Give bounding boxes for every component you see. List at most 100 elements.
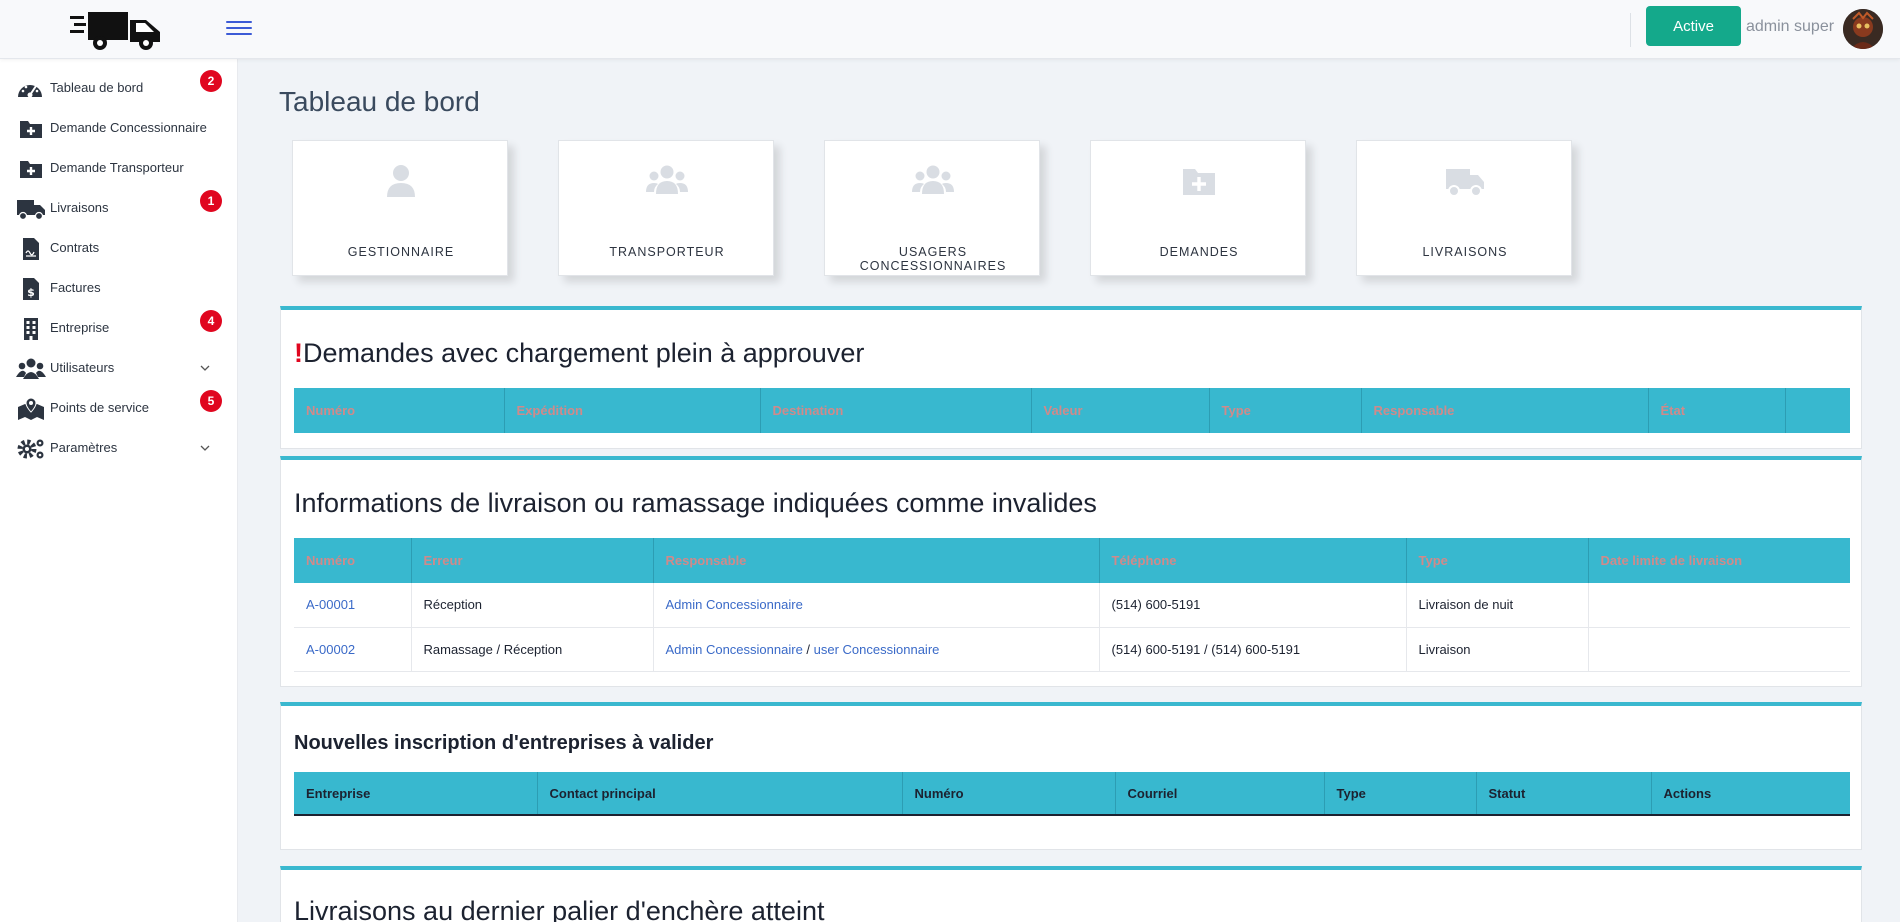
column-header[interactable]: Erreur [411, 538, 654, 583]
sidebar: Tableau de bord 2 Demande Concessionnair… [0, 59, 238, 922]
sidebar-item-label: Entreprise [50, 320, 110, 335]
column-header[interactable]: Responsable [1361, 388, 1649, 433]
folder-plus-icon [16, 117, 46, 141]
sidebar-item-points-de-service[interactable]: Points de service 5 [0, 389, 238, 429]
sidebar-item-label: Livraisons [50, 200, 109, 215]
panel-title: Nouvelles inscription d'entreprises à va… [294, 732, 714, 754]
cell-type: Livraison de nuit [1406, 583, 1589, 628]
column-header[interactable]: Expédition [504, 388, 761, 433]
sidebar-item-utilisateurs[interactable]: Utilisateurs [0, 349, 238, 389]
sidebar-item-factures[interactable]: $ Factures [0, 269, 238, 309]
sidebar-item-demande-concessionnaire[interactable]: Demande Concessionnaire [0, 109, 238, 149]
cell-responsable: Admin Concessionnaire / user Concessionn… [653, 627, 1100, 672]
card-livraisons[interactable]: LIVRAISONS [1356, 140, 1572, 276]
truck-logo-icon[interactable] [70, 6, 166, 52]
users-icon [16, 357, 46, 381]
column-header[interactable]: Entreprise [294, 772, 538, 815]
column-header [1785, 388, 1850, 433]
cell-numero: A-00001 [294, 583, 412, 628]
registrations-table: Entreprise Contact principal Numéro Cour… [294, 772, 1850, 816]
column-header[interactable]: Numéro [294, 388, 505, 433]
card-label: LIVRAISONS [1422, 245, 1508, 259]
column-header[interactable]: Type [1209, 388, 1362, 433]
column-header[interactable]: Valeur [1031, 388, 1210, 433]
sidebar-item-contrats[interactable]: Contrats [0, 229, 238, 269]
request-number-link[interactable]: A-00001 [306, 597, 355, 612]
column-header[interactable]: Type [1324, 772, 1477, 815]
panel-title-text: Demandes avec chargement plein à approuv… [303, 338, 865, 368]
column-header[interactable]: Courriel [1115, 772, 1325, 815]
card-usagers-concessionnaires[interactable]: USAGERS CONCESSIONNAIRES [824, 140, 1040, 276]
responsable-link[interactable]: user Concessionnaire [814, 642, 940, 657]
divider [1630, 13, 1631, 47]
responsable-link[interactable]: Admin Concessionnaire [666, 642, 803, 657]
sidebar-item-parametres[interactable]: Paramètres [0, 429, 238, 469]
card-gestionnaire[interactable]: GESTIONNAIRE [292, 140, 508, 276]
column-header[interactable]: Statut [1476, 772, 1652, 815]
request-number-link[interactable]: A-00002 [306, 642, 355, 657]
separator: / [802, 641, 814, 657]
responsable-link[interactable]: Admin Concessionnaire [666, 597, 803, 612]
card-demandes[interactable]: DEMANDES [1090, 140, 1306, 276]
user-icon [293, 161, 509, 201]
notification-badge: 2 [200, 70, 222, 92]
column-header[interactable]: Type [1406, 538, 1589, 583]
cell-telephone: (514) 600-5191 [1099, 583, 1407, 628]
sidebar-item-label: Demande Transporteur [50, 160, 184, 175]
truck-icon [1357, 161, 1573, 201]
status-active-button[interactable]: Active [1646, 6, 1741, 46]
notification-badge: 5 [200, 390, 222, 412]
sidebar-item-label: Demande Concessionnaire [50, 120, 207, 135]
column-header[interactable]: Contact principal [537, 772, 903, 815]
notification-badge: 4 [200, 310, 222, 332]
card-label: TRANSPORTEUR [609, 245, 725, 259]
alert-mark: ! [294, 338, 303, 368]
panel-company-registrations: Nouvelles inscription d'entreprises à va… [280, 702, 1862, 850]
column-header: Actions [1651, 772, 1850, 815]
column-header[interactable]: Date limite de livraison [1588, 538, 1850, 583]
chevron-down-icon[interactable] [198, 441, 212, 455]
cell-type: Livraison [1406, 627, 1589, 672]
cell-numero: A-00002 [294, 627, 412, 672]
cell-date-limite [1588, 627, 1850, 672]
table-row: A-00001 Réception Admin Concessionnaire … [294, 583, 1850, 628]
sidebar-item-label: Utilisateurs [50, 360, 115, 375]
column-header[interactable]: Responsable [653, 538, 1100, 583]
cell-erreur: Ramassage / Réception [411, 627, 654, 672]
avatar[interactable] [1843, 9, 1883, 49]
file-invoice-dollar-icon: $ [16, 277, 46, 301]
sidebar-item-entreprise[interactable]: Entreprise 4 [0, 309, 238, 349]
panel-auction-deliveries: Livraisons au dernier palier d'enchère a… [280, 866, 1862, 922]
notification-badge: 1 [200, 190, 222, 212]
card-label: DEMANDES [1159, 245, 1239, 259]
folder-plus-icon [16, 157, 46, 181]
sidebar-item-label: Points de service [50, 400, 149, 415]
building-icon [16, 317, 46, 341]
sidebar-item-label: Factures [50, 280, 101, 295]
sidebar-item-livraisons[interactable]: Livraisons 1 [0, 189, 238, 229]
file-contract-icon [16, 237, 46, 261]
table-header-row: Entreprise Contact principal Numéro Cour… [294, 772, 1850, 815]
full-load-table: Numéro Expédition Destination Valeur Typ… [294, 388, 1850, 433]
chevron-down-icon[interactable] [198, 361, 212, 375]
panel-title: Informations de livraison ou ramassage i… [294, 488, 1097, 518]
menu-toggle-icon[interactable] [226, 17, 252, 39]
sidebar-item-tableau-de-bord[interactable]: Tableau de bord 2 [0, 69, 238, 109]
column-header[interactable]: Numéro [294, 538, 412, 583]
table-header-row: Numéro Expédition Destination Valeur Typ… [294, 388, 1850, 433]
column-header[interactable]: Téléphone [1099, 538, 1407, 583]
cell-erreur: Réception [411, 583, 654, 628]
column-header[interactable]: Numéro [902, 772, 1116, 815]
cell-telephone: (514) 600-5191 / (514) 600-5191 [1099, 627, 1407, 672]
panel-invalid-info: Informations de livraison ou ramassage i… [280, 456, 1862, 687]
column-header[interactable]: État [1648, 388, 1786, 433]
invalid-info-table: Numéro Erreur Responsable Téléphone Type… [294, 538, 1850, 672]
card-transporteur[interactable]: TRANSPORTEUR [558, 140, 774, 276]
user-name[interactable]: admin super [1746, 18, 1834, 36]
map-marked-icon [16, 397, 46, 421]
sidebar-item-demande-transporteur[interactable]: Demande Transporteur [0, 149, 238, 189]
folder-plus-icon [1091, 161, 1307, 201]
column-header[interactable]: Destination [760, 388, 1032, 433]
panel-title: Livraisons au dernier palier d'enchère a… [294, 896, 825, 922]
cell-responsable: Admin Concessionnaire [653, 583, 1100, 628]
